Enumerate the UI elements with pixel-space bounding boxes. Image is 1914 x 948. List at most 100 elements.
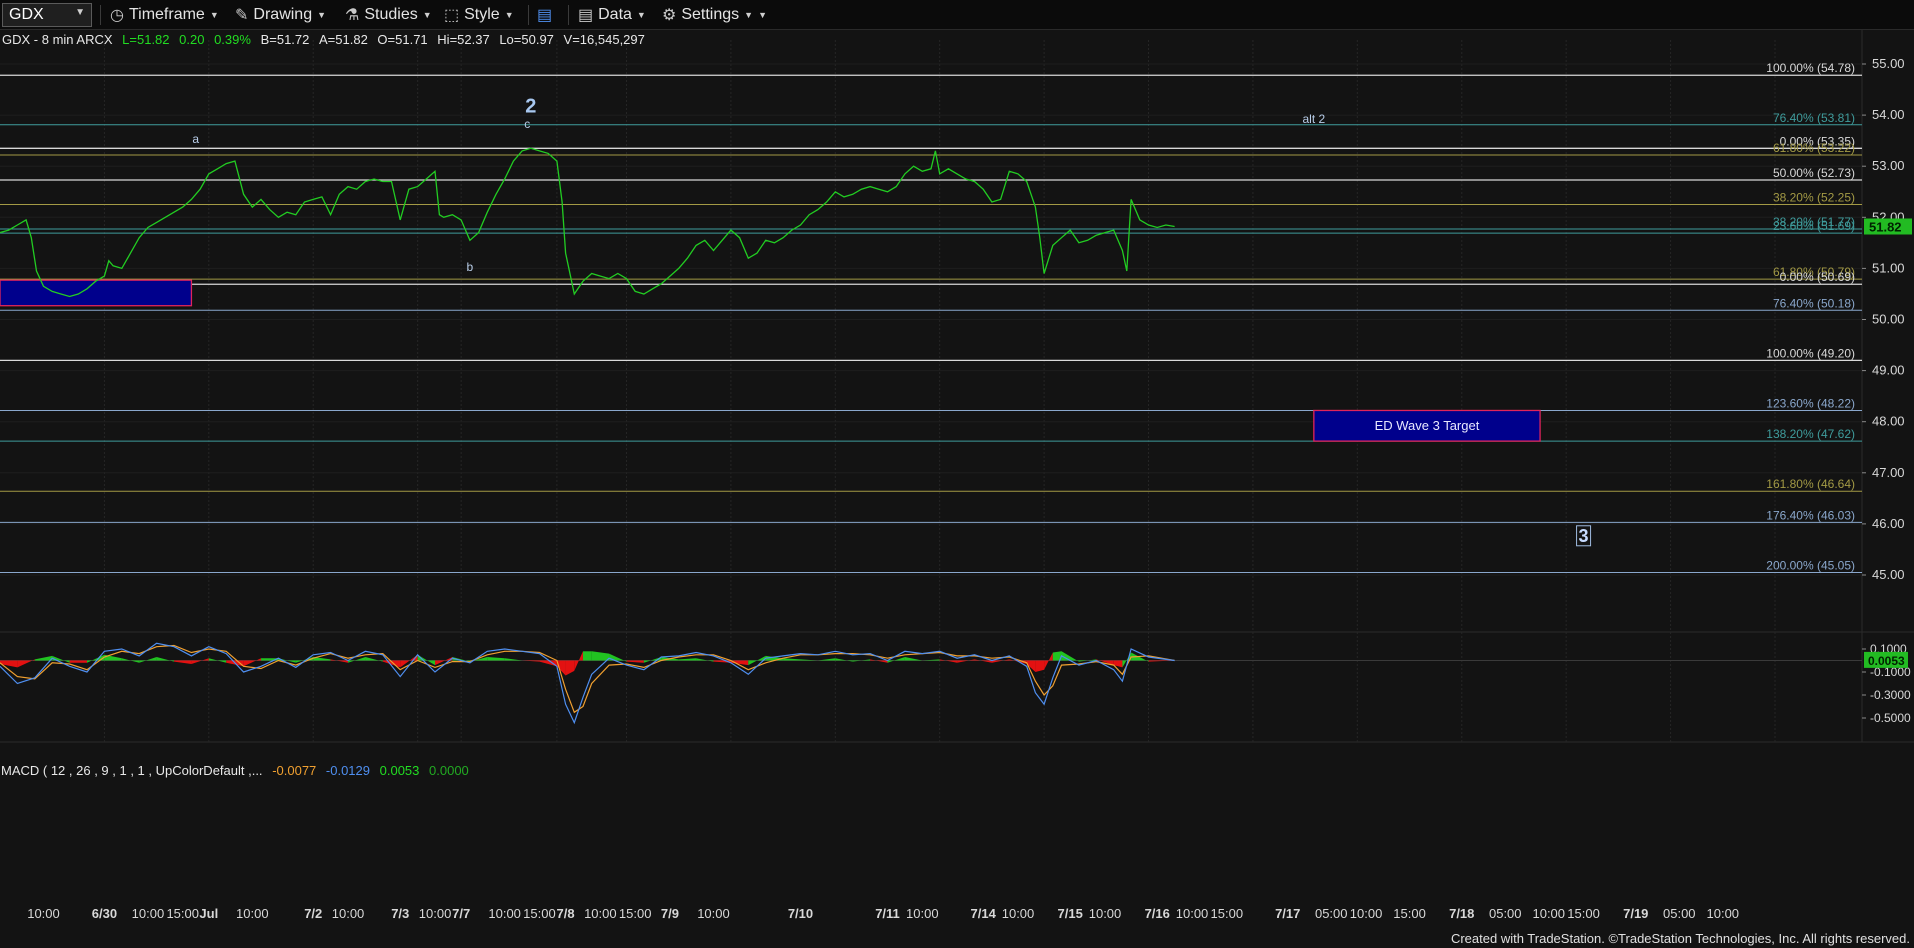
x-tick-label: 7/17	[1275, 906, 1300, 921]
macd-histogram-segment	[1035, 660, 1045, 672]
x-tick-label: 7/11	[875, 906, 900, 921]
fib-level-label: 23.60% (51.69)	[1773, 219, 1855, 233]
x-tick-label: 10:00	[1532, 906, 1565, 921]
macd-tick-label: -0.3000	[1870, 688, 1911, 702]
info-last: L=51.82	[122, 32, 170, 47]
y-tick-label: 54.00	[1872, 107, 1905, 122]
fib-level-label: 76.40% (50.18)	[1773, 296, 1855, 310]
x-tick-label: 10:00	[584, 906, 617, 921]
macd-histogram-segment	[626, 660, 644, 663]
info-ask: A=51.82	[319, 32, 368, 47]
layout-button[interactable]: ▤	[537, 5, 552, 25]
x-tick-label: 7/14	[971, 906, 997, 921]
macd-histogram-segment	[835, 658, 853, 662]
y-tick-label: 46.00	[1872, 516, 1905, 531]
data-button[interactable]: ▤ Data ▼	[578, 5, 646, 25]
drawing-label: Drawing	[253, 6, 313, 23]
wave-label: c	[524, 117, 530, 131]
macd-tick-label: -0.5000	[1870, 711, 1911, 725]
style-icon: ⬚	[444, 7, 460, 24]
chevron-down-icon: ▼	[422, 10, 432, 20]
macd-histogram-segment	[504, 658, 523, 661]
chevron-down-icon: ▼	[209, 10, 219, 20]
fib-level-label: 138.20% (47.62)	[1766, 427, 1855, 441]
fib-level-label: 176.40% (46.03)	[1766, 508, 1855, 522]
y-tick-label: 47.00	[1872, 465, 1905, 480]
macd-histogram-segment	[904, 657, 923, 661]
chart-area[interactable]: 100.00% (54.78)76.40% (53.81)0.00% (53.3…	[0, 30, 1914, 948]
target-box-label: ED Wave 3 Target	[1375, 418, 1480, 433]
studies-label: Studies	[364, 6, 418, 23]
x-tick-label: 10:00	[697, 906, 730, 921]
macd-histogram-segment	[208, 658, 227, 663]
bar-chart-icon: ▤	[578, 7, 594, 24]
settings-label: Settings	[681, 6, 740, 23]
info-high: Hi=52.37	[437, 32, 490, 47]
y-tick-label: 45.00	[1872, 567, 1905, 582]
x-tick-label: Jul	[199, 906, 218, 921]
x-tick-label: 7/16	[1145, 906, 1170, 921]
y-tick-label: 50.00	[1872, 312, 1905, 327]
x-tick-label: 7/9	[661, 906, 679, 921]
toolbar: GDX ▼ ◷ Timeframe ▼ ✎ Drawing ▼ ⚗ Studie…	[0, 0, 1914, 30]
x-tick-label: 10:00	[1350, 906, 1383, 921]
x-tick-label: 10:00	[236, 906, 269, 921]
y-tick-label: 48.00	[1872, 414, 1905, 429]
macd-histogram-segment	[582, 651, 592, 661]
wave-label: 3	[1579, 526, 1589, 546]
macd-title: MACD ( 12 , 26 , 9 , 1 , 1 , UpColorDefa…	[1, 763, 263, 778]
layout-icon: ▤	[537, 7, 553, 24]
fib-level-label: 50.00% (52.73)	[1773, 166, 1855, 180]
x-tick-label: 05:00	[1489, 906, 1522, 921]
studies-button[interactable]: ⚗ Studies ▼	[345, 5, 432, 25]
macd-histogram-segment	[574, 651, 583, 671]
price-series-line	[0, 147, 1175, 298]
symbol-selector[interactable]: GDX ▼	[2, 3, 92, 27]
clock-icon: ◷	[110, 7, 124, 24]
y-tick-label: 55.00	[1872, 56, 1905, 71]
info-change-pct: 0.39%	[214, 32, 251, 47]
data-label: Data	[598, 6, 632, 23]
symbol-label: GDX	[9, 6, 44, 23]
macd-histogram-segment	[591, 651, 610, 661]
x-tick-label: 10:00	[1176, 906, 1209, 921]
x-tick-label: 10:00	[132, 906, 165, 921]
macd-histogram-segment	[121, 658, 140, 663]
x-tick-label: 10:00	[488, 906, 521, 921]
wave-label: 2	[525, 96, 536, 118]
macd-info-bar: MACD ( 12 , 26 , 9 , 1 , 1 , UpColorDefa…	[1, 763, 469, 778]
x-tick-label: 15:00	[1211, 906, 1244, 921]
x-tick-label: 7/3	[391, 906, 409, 921]
settings-button[interactable]: ⚙ Settings ▼ ▼	[662, 5, 767, 25]
x-tick-label: 05:00	[1315, 906, 1348, 921]
symbol-info-bar: GDX - 8 min ARCX L=51.82 0.20 0.39% B=51…	[2, 32, 645, 47]
x-tick-label: 10:00	[1002, 906, 1035, 921]
copyright-footer: Created with TradeStation. ©TradeStation…	[1440, 929, 1910, 948]
info-low: Lo=50.97	[499, 32, 554, 47]
gear-icon: ⚙	[662, 7, 677, 24]
macd-histogram-segment	[939, 659, 958, 663]
chevron-down-icon: ▼	[758, 10, 767, 20]
macd-histogram-segment	[817, 658, 836, 661]
fib-level-label: 38.20% (52.25)	[1773, 191, 1855, 205]
chevron-down-icon: ▼	[75, 7, 85, 18]
x-tick-label: 7/10	[788, 906, 813, 921]
x-tick-label: 05:00	[1663, 906, 1696, 921]
chevron-down-icon: ▼	[504, 10, 514, 20]
x-tick-label: 15:00	[1393, 906, 1426, 921]
fib-level-label: 161.80% (46.64)	[1766, 477, 1855, 491]
fib-level-label: 123.60% (48.22)	[1766, 396, 1855, 410]
x-tick-label: 7/7	[452, 906, 470, 921]
macd-histogram-segment	[191, 658, 209, 664]
info-volume: V=16,545,297	[563, 32, 645, 47]
chevron-down-icon: ▼	[636, 10, 646, 20]
timeframe-button[interactable]: ◷ Timeframe ▼	[110, 5, 219, 25]
x-tick-label: 10:00	[419, 906, 452, 921]
macd-histogram-segment	[0, 660, 18, 668]
info-bid: B=51.72	[260, 32, 310, 47]
x-tick-label: 10:00	[27, 906, 60, 921]
macd-histogram-segment	[539, 660, 557, 667]
drawing-button[interactable]: ✎ Drawing ▼	[235, 5, 326, 25]
style-button[interactable]: ⬚ Style ▼	[444, 5, 514, 25]
macd-histogram-segment	[800, 659, 818, 661]
